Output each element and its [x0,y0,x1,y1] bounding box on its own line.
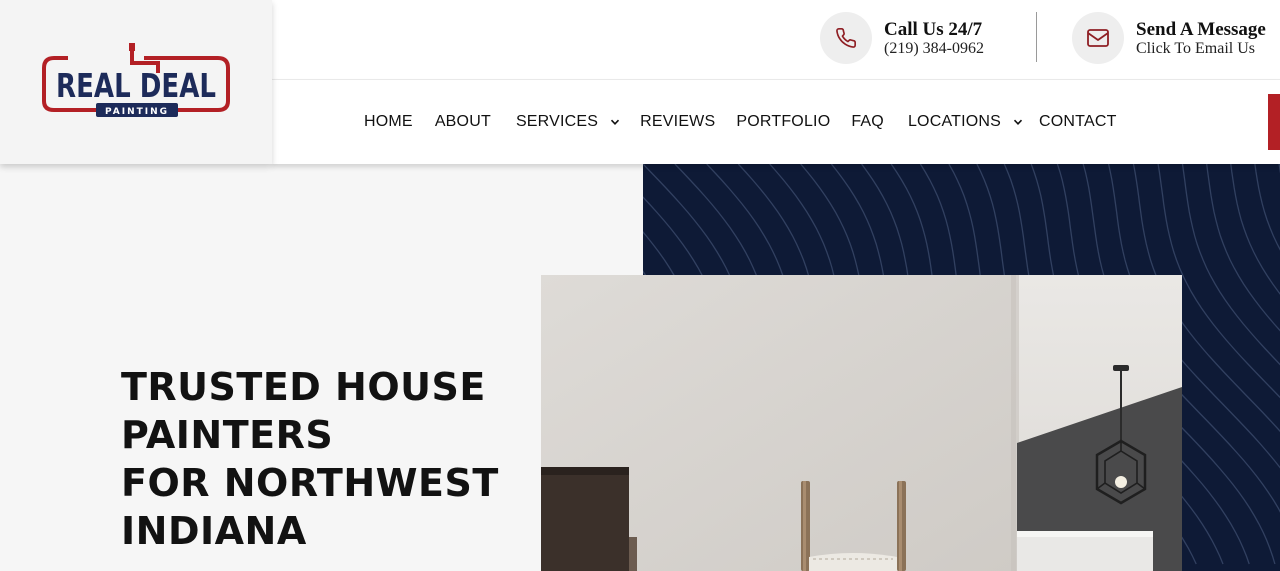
nav-contact[interactable]: CONTACT [1039,113,1117,131]
nav-about[interactable]: ABOUT [435,113,491,131]
call-us-block[interactable]: Call Us 24/7 (219) 384-0962 [820,12,984,64]
nav-home[interactable]: HOME [364,113,413,131]
living-room-image [541,275,1182,571]
contact-divider [1036,12,1037,62]
nav-label-faq: FAQ [851,113,884,130]
phone-icon-circle [820,12,872,64]
nav-label-portfolio: PORTFOLIO [736,113,831,130]
chevron-down-icon[interactable] [610,117,620,127]
nav-locations[interactable]: LOCATIONS [908,113,1023,131]
svg-text:REAL DEAL: REAL DEAL [56,66,216,105]
nav-faq[interactable]: FAQ [851,113,884,131]
nav-label-services: SERVICES [515,113,599,130]
nav-services[interactable]: SERVICES [516,113,620,131]
hero-title-line: INDIANA [121,509,307,553]
wave-line [1181,164,1280,366]
wave-line [1230,164,1280,295]
hero-title-line: TRUSTED HOUSE [121,365,486,409]
nav-reviews[interactable]: REVIEWS [640,113,715,131]
nav-label-about: ABOUT [434,113,491,130]
hero-title: TRUSTED HOUSE PAINTERS FOR NORTHWEST IND… [121,363,521,555]
mail-icon [1087,29,1109,47]
email-link[interactable]: Click To Email Us [1136,40,1266,58]
send-message-block[interactable]: Send A Message Click To Email Us [1072,12,1266,64]
phone-icon [836,28,856,48]
nav-portfolio[interactable]: PORTFOLIO [736,113,830,131]
nav-cta-button-edge[interactable] [1268,94,1280,150]
logo-container: REAL DEAL PAINTING [0,0,272,164]
page: REAL DEAL PAINTING Call Us 24/7 (219) 38… [0,0,1280,571]
nav-label-contact: CONTACT [1039,113,1117,130]
hero-title-line: PAINTERS [121,413,334,457]
hero-title-line: FOR NORTHWEST [121,461,499,505]
main-navigation-bar: HOME ABOUT SERVICES REVIEWS PORTFOLIO FA… [272,80,1280,164]
svg-text:PAINTING: PAINTING [105,107,169,117]
phone-number[interactable]: (219) 384-0962 [884,40,984,58]
call-title: Call Us 24/7 [884,18,983,40]
company-logo[interactable]: REAL DEAL PAINTING [40,43,232,123]
chevron-down-icon[interactable] [1013,117,1023,127]
mail-icon-circle [1072,12,1124,64]
nav-label-home: HOME [364,113,413,130]
nav-label-locations: LOCATIONS [907,113,1002,130]
hero-photo [541,275,1182,571]
nav-label-reviews: REVIEWS [640,113,716,130]
message-title: Send A Message [1136,18,1266,40]
main-nav: HOME ABOUT SERVICES REVIEWS PORTFOLIO FA… [364,80,1117,164]
header-contact-bar: Call Us 24/7 (219) 384-0962 Send A Messa… [272,0,1280,80]
